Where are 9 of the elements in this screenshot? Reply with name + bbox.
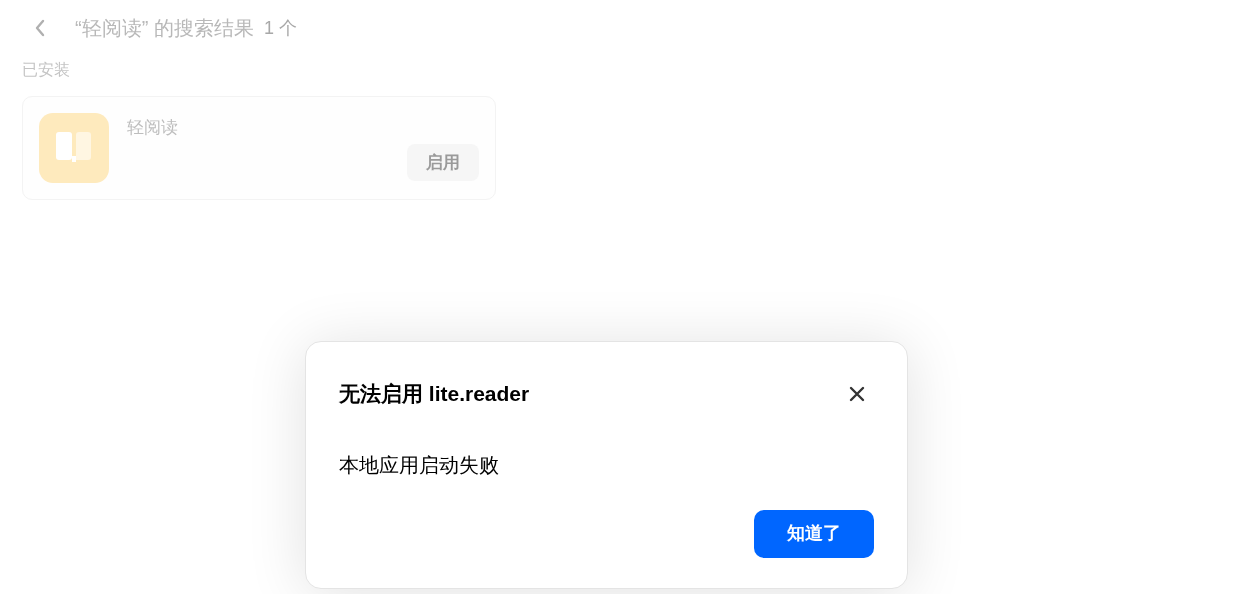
app-name: 轻阅读: [127, 117, 178, 139]
result-count: 1 个: [263, 16, 297, 40]
section-label: 已安装: [22, 60, 70, 80]
dialog-message: 本地应用启动失败: [339, 452, 499, 478]
page-title: “轻阅读” 的搜索结果: [75, 16, 254, 41]
enable-button[interactable]: 启用: [407, 144, 479, 181]
dialog-title: 无法启用 lite.reader: [339, 381, 530, 407]
book-icon: [39, 113, 109, 183]
confirm-button[interactable]: 知道了: [754, 509, 874, 558]
